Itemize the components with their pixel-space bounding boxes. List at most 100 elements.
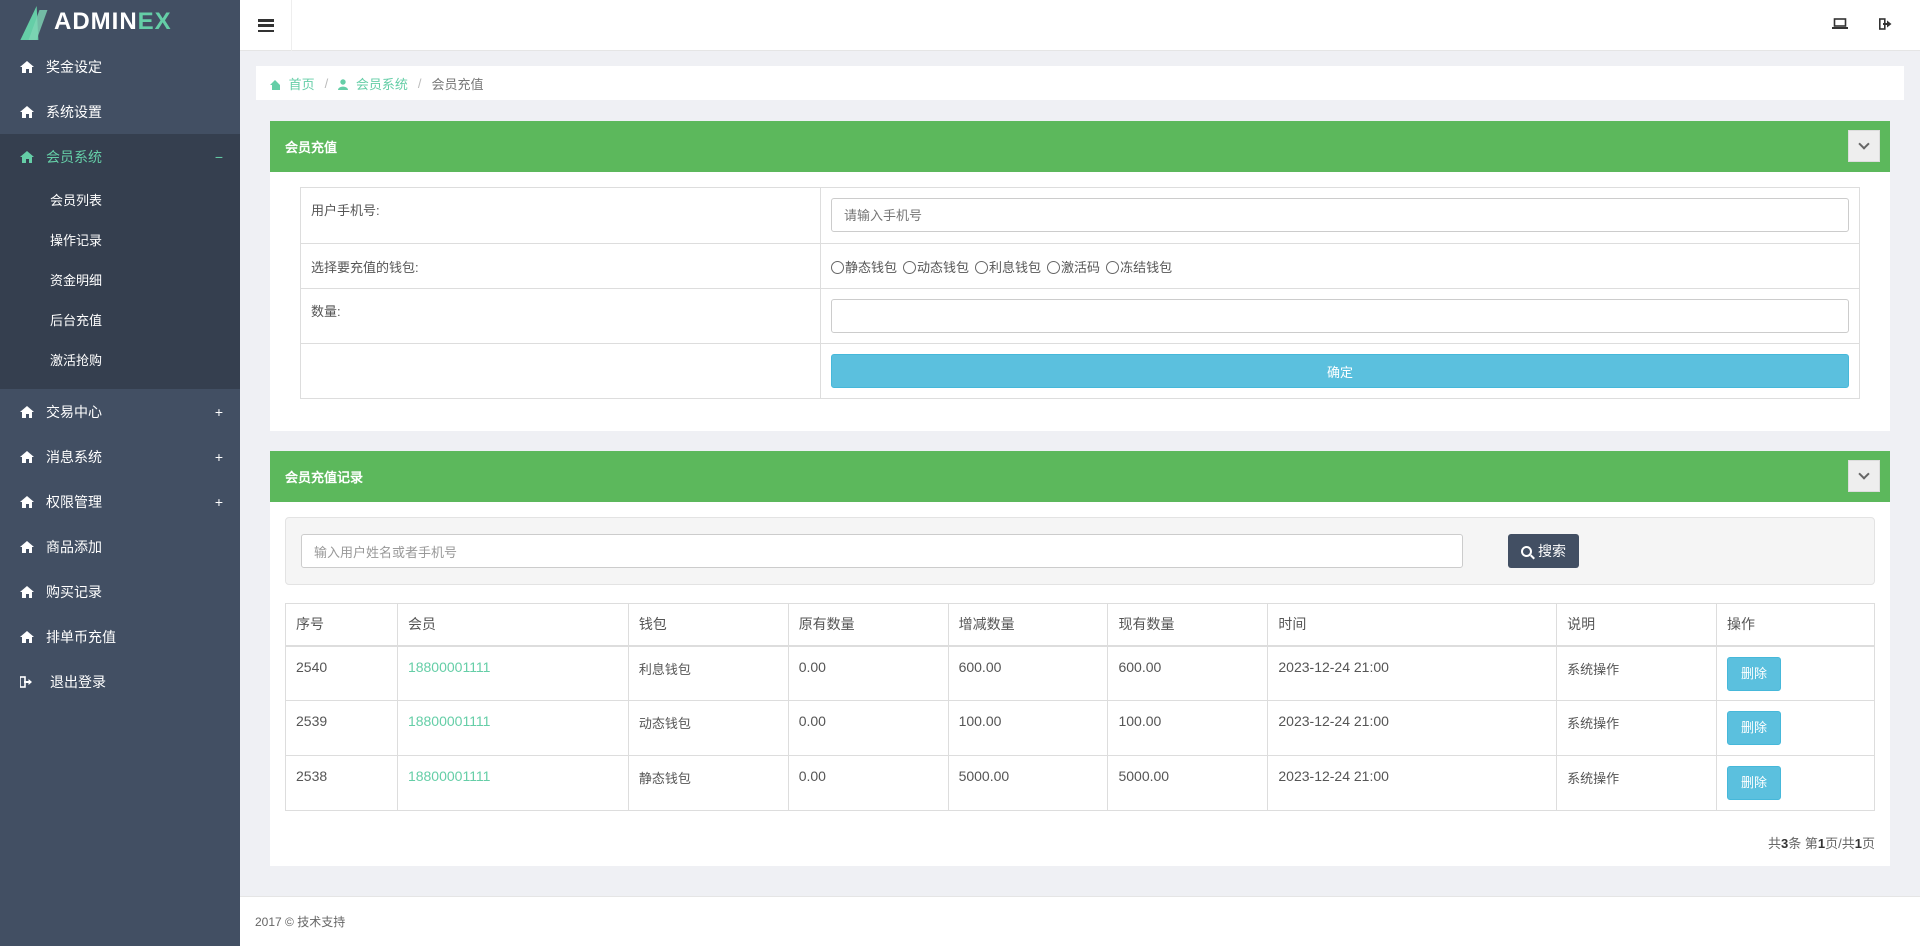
delete-button[interactable]: 删除	[1727, 766, 1782, 800]
wallet-option-interest[interactable]: 利息钱包	[975, 257, 1041, 276]
cell-original: 0.00	[787, 700, 949, 756]
expand-toggle-icon[interactable]: +	[214, 494, 224, 510]
home-icon	[20, 105, 38, 118]
wallet-option-activation-code[interactable]: 激活码	[1047, 257, 1100, 276]
sidebar-item-label: 购买记录	[46, 583, 102, 600]
cell-id: 2539	[285, 700, 398, 756]
member-link[interactable]: 18800001111	[396, 755, 629, 811]
table-header-row: 序号 会员 钱包 原有数量 增减数量 现有数量 时间 说明 操作	[285, 603, 1875, 647]
search-input[interactable]: 输入用户姓名或者手机号	[301, 534, 1463, 568]
sidebar-toggle-button[interactable]	[240, 0, 292, 51]
sidebar-item-permissions[interactable]: 权限管理 +	[0, 479, 240, 524]
cell-original: 0.00	[787, 645, 949, 701]
phone-label: 用户手机号:	[300, 187, 821, 244]
radio-button[interactable]	[1106, 261, 1120, 274]
panel-title: 会员充值	[285, 140, 338, 155]
collapse-toggle-icon[interactable]: −	[214, 149, 224, 165]
breadcrumb: 首页 / 会员系统 / 会员充值	[256, 66, 1904, 100]
radio-button[interactable]	[975, 261, 989, 274]
radio-label: 动态钱包	[917, 260, 970, 275]
cell-change: 100.00	[947, 700, 1109, 756]
member-link[interactable]: 18800001111	[396, 700, 629, 756]
sidebar-item-label: 退出登录	[50, 673, 106, 690]
expand-toggle-icon[interactable]: +	[214, 449, 224, 465]
confirm-button[interactable]: 确定	[831, 354, 1849, 388]
cell-action: 删除	[1716, 700, 1875, 756]
top-right-actions	[1832, 16, 1894, 32]
delete-button[interactable]: 删除	[1727, 656, 1782, 691]
submenu-item-member-list[interactable]: 会员列表	[0, 181, 240, 221]
radio-button[interactable]	[903, 261, 917, 274]
recharge-panel: 会员充值 用户手机号: 选择要充值的钱包: 静态钱包 动态钱包 利息钱包 激活码…	[270, 121, 1890, 431]
submenu-item-activate-purchase[interactable]: 激活抢购	[0, 341, 240, 381]
collapse-button[interactable]	[1848, 460, 1880, 492]
sign-out-icon[interactable]	[1878, 16, 1894, 32]
wallet-option-static[interactable]: 静态钱包	[831, 257, 897, 276]
sidebar-item-queue-coin-recharge[interactable]: 排单币充值	[0, 614, 240, 659]
records-panel-header: 会员充值记录	[270, 451, 1890, 502]
sidebar-item-member-system[interactable]: 会员系统 −	[0, 134, 240, 179]
sidebar-item-bonus-settings[interactable]: 奖金设定	[0, 44, 240, 89]
sidebar-item-label: 奖金设定	[46, 58, 102, 75]
top-bar	[240, 0, 1920, 51]
sidebar-item-label: 消息系统	[46, 448, 102, 465]
radio-button[interactable]	[1047, 261, 1061, 274]
cell-action: 删除	[1716, 755, 1875, 811]
brand-logo[interactable]: ADMINEX	[0, 0, 240, 44]
home-icon	[270, 79, 281, 90]
submenu-item-fund-details[interactable]: 资金明细	[0, 261, 240, 301]
radio-label: 冻结钱包	[1120, 260, 1173, 275]
wallet-label: 选择要充值的钱包:	[300, 243, 821, 289]
chevron-down-icon	[1858, 468, 1870, 480]
expand-toggle-icon[interactable]: +	[214, 404, 224, 420]
cell-id: 2540	[285, 645, 398, 701]
sidebar-item-message-system[interactable]: 消息系统 +	[0, 434, 240, 479]
panel-title: 会员充值记录	[285, 470, 364, 485]
column-header: 说明	[1556, 603, 1718, 647]
search-button[interactable]: 搜索	[1508, 534, 1579, 568]
footer-text: 2017 © 技术支持	[255, 915, 346, 929]
cell-note: 系统操作	[1556, 645, 1718, 701]
submenu-item-operation-log[interactable]: 操作记录	[0, 221, 240, 261]
pager-text: 条 第	[1788, 836, 1818, 851]
laptop-icon[interactable]	[1832, 16, 1848, 32]
radio-button[interactable]	[831, 261, 844, 274]
amount-label: 数量:	[300, 288, 821, 344]
records-table: 序号 会员 钱包 原有数量 增减数量 现有数量 时间 说明 操作 2540 18…	[285, 603, 1875, 811]
submenu-item-backend-recharge[interactable]: 后台充值	[0, 301, 240, 341]
phone-input[interactable]	[831, 198, 1849, 232]
cell-original: 0.00	[787, 755, 949, 811]
sidebar-item-label: 商品添加	[46, 538, 102, 555]
records-panel: 会员充值记录 输入用户姓名或者手机号 搜索 序号 会员 钱包 原有数量 增减数量…	[270, 451, 1890, 866]
delete-button[interactable]: 删除	[1727, 711, 1782, 745]
sidebar-item-logout[interactable]: 退出登录	[0, 659, 240, 704]
home-icon	[20, 60, 38, 73]
member-link[interactable]: 18800001111	[396, 645, 629, 701]
collapse-button[interactable]	[1848, 130, 1880, 162]
pager-text: 页	[1861, 836, 1875, 851]
breadcrumb-section-label: 会员系统	[355, 76, 408, 92]
breadcrumb-home[interactable]: 首页	[270, 74, 315, 93]
home-icon	[20, 405, 38, 418]
column-header: 序号	[285, 603, 398, 647]
sidebar-item-label: 排单币充值	[46, 628, 116, 645]
radio-label: 激活码	[1061, 260, 1101, 275]
pagination-info: 共3条 第1页/共1页	[1768, 833, 1875, 852]
sidebar-item-label: 系统设置	[46, 103, 102, 120]
breadcrumb-member-system[interactable]: 会员系统	[338, 74, 408, 93]
column-header: 会员	[396, 603, 629, 647]
wallet-option-frozen[interactable]: 冻结钱包	[1106, 257, 1172, 276]
sidebar-item-purchase-records[interactable]: 购买记录	[0, 569, 240, 614]
wallet-option-dynamic[interactable]: 动态钱包	[903, 257, 969, 276]
member-submenu: 会员列表 操作记录 资金明细 后台充值 激活抢购	[0, 179, 240, 389]
amount-input[interactable]	[831, 299, 1849, 333]
sidebar-item-add-product[interactable]: 商品添加	[0, 524, 240, 569]
sidebar-item-trade-center[interactable]: 交易中心 +	[0, 389, 240, 434]
cell-wallet: 静态钱包	[627, 755, 789, 811]
cell-change: 5000.00	[947, 755, 1109, 811]
cell-change: 600.00	[947, 645, 1109, 701]
sidebar-item-system-settings[interactable]: 系统设置	[0, 89, 240, 134]
chevron-down-icon	[1858, 138, 1870, 150]
empty-cell	[300, 343, 821, 399]
wallet-radio-group: 静态钱包 动态钱包 利息钱包 激活码 冻结钱包	[831, 257, 1849, 276]
